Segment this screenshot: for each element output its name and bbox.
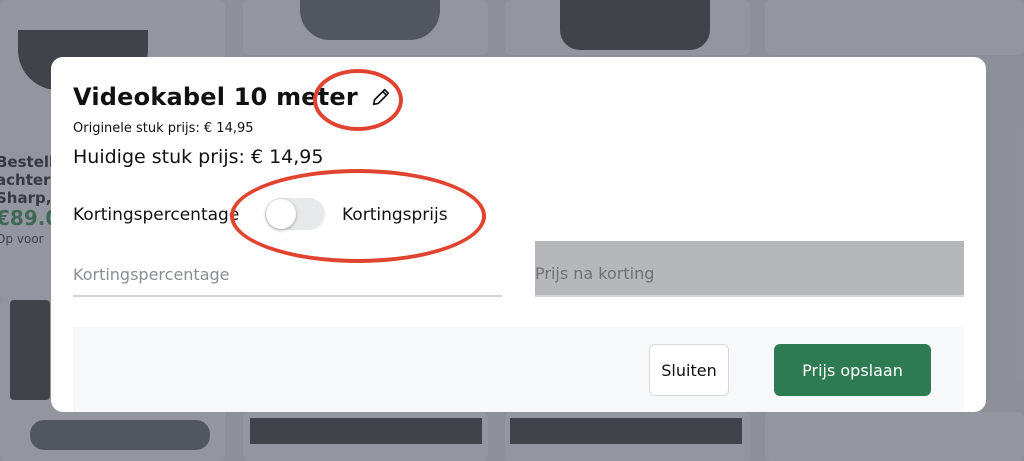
save-price-button[interactable]: Prijs opslaan (774, 344, 931, 396)
discount-mode-switch-row: Kortingspercentage Kortingsprijs (73, 198, 493, 232)
edit-price-dialog: Videokabel 10 meter Originele stuk prijs… (51, 57, 986, 412)
toggle-knob (266, 199, 296, 229)
price-after-discount-input (535, 241, 964, 297)
current-unit-price: Huidige stuk prijs: € 14,95 (73, 146, 324, 168)
discount-percentage-input[interactable] (73, 253, 502, 297)
discount-mode-toggle[interactable] (265, 198, 325, 230)
pencil-icon[interactable] (370, 86, 392, 108)
screen: Bestelb achteru Sharp, €89.0 Op voor Vid… (0, 0, 1024, 461)
toggle-label-percentage: Kortingspercentage (73, 205, 240, 225)
toggle-label-price: Kortingsprijs (342, 205, 448, 225)
original-unit-price: Originele stuk prijs: € 14,95 (73, 121, 254, 136)
dialog-footer: Sluiten Prijs opslaan (73, 327, 964, 412)
close-button[interactable]: Sluiten (649, 344, 729, 396)
product-title: Videokabel 10 meter (73, 83, 358, 111)
dialog-header: Videokabel 10 meter (73, 83, 392, 111)
